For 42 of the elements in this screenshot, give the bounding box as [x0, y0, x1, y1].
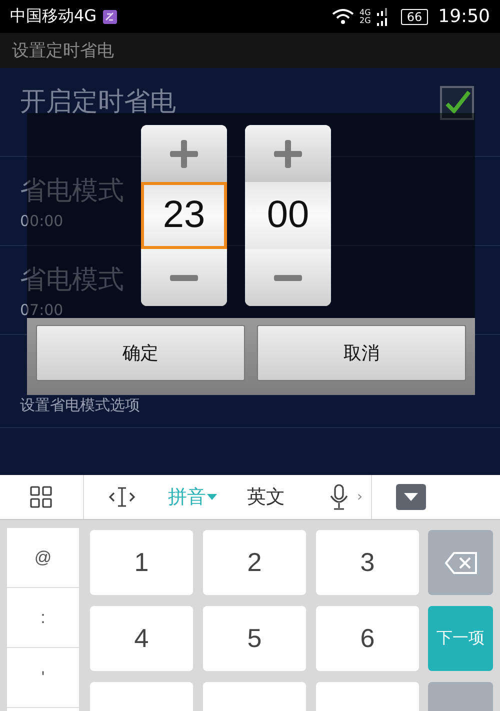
carrier-name: 中国移动4G — [10, 6, 97, 27]
number-key[interactable]: 3 — [316, 530, 419, 595]
setting-title[interactable]: 开启定时省电 — [20, 84, 176, 118]
cursor-move-icon[interactable] — [108, 486, 136, 508]
number-key[interactable]: 2 — [203, 530, 306, 595]
battery-level: 66 — [400, 8, 428, 24]
caret-icon — [207, 494, 217, 500]
network-label: 2G — [360, 16, 371, 24]
increment-button[interactable] — [141, 125, 227, 182]
picker-value[interactable]: 00 — [245, 182, 331, 249]
checkbox[interactable] — [440, 86, 474, 120]
clock: 19:50 — [438, 6, 490, 27]
picker-value[interactable]: 23 — [141, 182, 227, 249]
microphone-icon[interactable] — [329, 484, 349, 510]
number-key[interactable]: 1 — [90, 530, 193, 595]
decrement-button[interactable] — [245, 249, 331, 306]
dialog-button[interactable]: 确定 — [36, 325, 245, 381]
symbol-key[interactable]: @ — [7, 528, 79, 588]
number-key[interactable]: 4 — [90, 606, 193, 671]
number-key[interactable]: 6 — [316, 606, 419, 671]
increment-button[interactable] — [245, 125, 331, 182]
backspace-icon — [444, 552, 476, 574]
screen-title: 设置定时省电 — [12, 40, 114, 62]
wifi-icon — [332, 8, 354, 24]
grid-icon[interactable] — [30, 486, 52, 508]
minus-icon — [170, 274, 198, 280]
setting-value: 00:00 — [20, 212, 64, 230]
decrement-button[interactable] — [141, 249, 227, 306]
input-mode-tab[interactable]: 英文 — [247, 484, 285, 510]
more-arrow[interactable]: › — [357, 489, 363, 505]
backspace-key[interactable] — [428, 530, 493, 595]
network-label: 4G — [360, 8, 371, 16]
hide-keyboard-icon[interactable] — [396, 484, 426, 510]
number-key[interactable]: 5 — [203, 606, 306, 671]
signal-icon — [376, 6, 389, 26]
setting-value: 07:00 — [20, 300, 64, 318]
setting-value: 设置省电模式选项 — [20, 396, 140, 415]
notification-icon — [102, 10, 117, 24]
minus-icon — [274, 274, 302, 280]
plus-icon — [274, 140, 302, 168]
plus-icon — [170, 140, 198, 168]
dialog-button[interactable]: 取消 — [257, 325, 466, 381]
